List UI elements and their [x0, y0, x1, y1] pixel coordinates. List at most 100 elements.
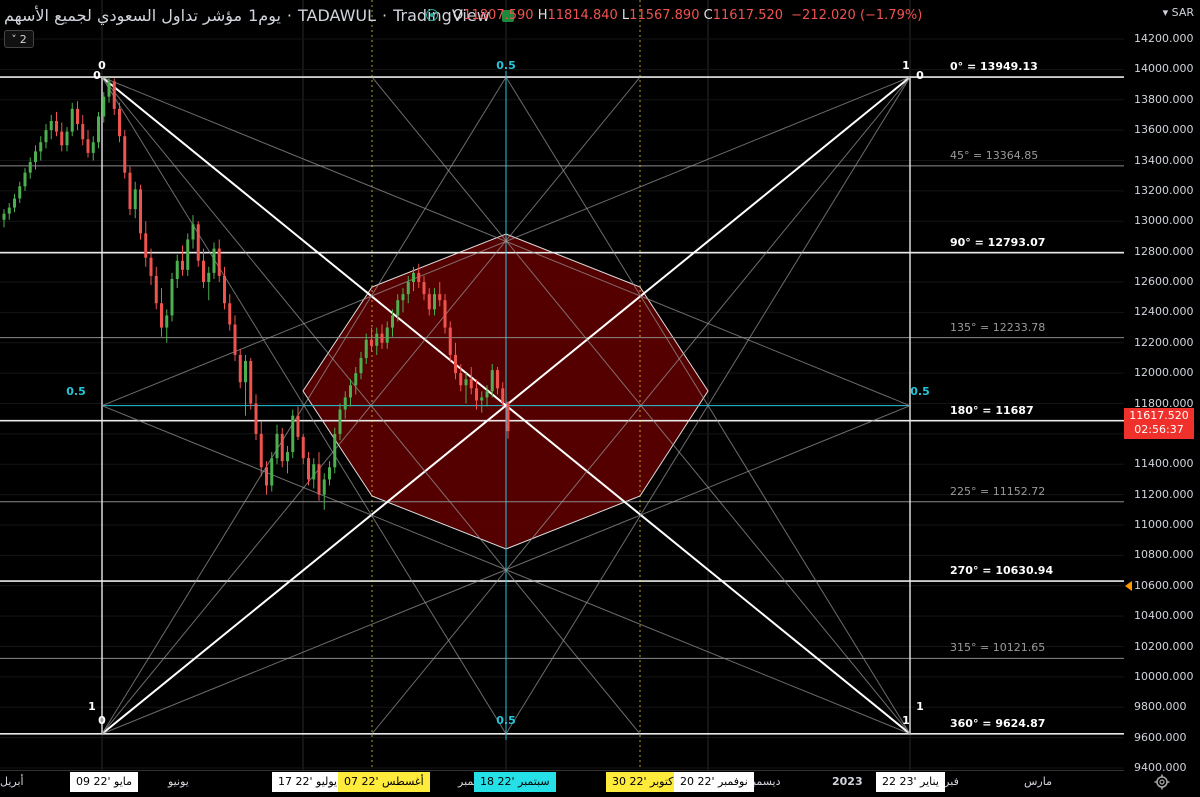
- candle-body: [291, 415, 295, 453]
- candle-body: [186, 239, 190, 270]
- candle-body: [144, 233, 148, 258]
- price-tick: 10200.000: [1134, 639, 1194, 653]
- candle-body: [123, 136, 127, 173]
- candle-body: [275, 433, 279, 459]
- price-tick: 12800.000: [1134, 244, 1194, 258]
- candle-body: [139, 189, 142, 234]
- gann-corner-label: 0: [916, 69, 924, 82]
- time-badge: 18 سبتمبر '22: [474, 772, 556, 792]
- interval-label[interactable]: يوم1: [248, 6, 281, 25]
- candle-body: [443, 300, 447, 328]
- candle-body: [496, 370, 499, 389]
- candle-body: [280, 433, 284, 462]
- candle-body: [97, 116, 100, 143]
- gann-corner-label: 1: [902, 59, 910, 72]
- candle-body: [490, 370, 494, 392]
- countdown-value: 02:56:37: [1134, 423, 1184, 436]
- time-tick: يونيو: [168, 775, 189, 788]
- gann-corner-label: 0.5: [496, 59, 516, 72]
- candle-body: [191, 224, 195, 240]
- candle-body: [385, 327, 389, 343]
- candle-body: [359, 357, 363, 374]
- last-price-value: 11617.520: [1129, 409, 1189, 422]
- candle-body: [228, 303, 232, 325]
- candle-body: [175, 260, 179, 279]
- price-tick: 9600.000: [1134, 730, 1187, 744]
- candle-body: [39, 142, 43, 152]
- candle-body: [265, 467, 268, 486]
- time-tick: أبريل: [0, 775, 24, 788]
- close-value: 11617.520: [712, 8, 784, 23]
- open-value: 11807.590: [463, 8, 534, 23]
- candle-body: [86, 139, 90, 153]
- candle-body: [102, 96, 106, 117]
- time-tick: 2023: [832, 775, 863, 788]
- price-tick: 10400.000: [1134, 609, 1194, 623]
- indicator-count: 2: [19, 32, 27, 46]
- candle-body: [118, 108, 121, 137]
- candle-body: [417, 272, 421, 282]
- price-tick: 12000.000: [1134, 366, 1194, 380]
- candle-body: [202, 260, 205, 282]
- candle-body: [427, 294, 431, 310]
- time-badge: 22 يناير '23: [876, 772, 945, 792]
- time-badge: 20 نوفمبر '22: [674, 772, 754, 792]
- candle-body: [107, 81, 111, 97]
- candle-body: [70, 108, 74, 132]
- gann-level-label: 315° = 10121.65: [950, 641, 1046, 655]
- candle-body: [322, 479, 326, 495]
- price-tick: 13400.000: [1134, 153, 1194, 167]
- candle-body: [91, 142, 95, 153]
- symbol-title[interactable]: مؤشر تداول السعودي لجميع الأسهم: [4, 6, 242, 25]
- time-badge: 09 مايو '22: [70, 772, 139, 792]
- visibility-eye-icon[interactable]: [426, 9, 438, 21]
- high-value: 11814.840: [547, 8, 618, 23]
- candle-body: [506, 402, 510, 432]
- ohlc-readout: O11807.590 H11814.840 L11567.890 C11617.…: [453, 8, 923, 23]
- price-tick: 13000.000: [1134, 214, 1194, 228]
- time-badge: 30 أكتوبر '22: [606, 772, 683, 792]
- price-tick: 9400.000: [1134, 761, 1187, 774]
- candle-body: [149, 257, 153, 276]
- candle-body: [333, 433, 337, 468]
- candle-body: [354, 373, 358, 386]
- candle-body: [154, 275, 158, 304]
- chart-canvas[interactable]: 00010.50.5 0.510 0.511: [0, 0, 1124, 770]
- candle-body: [238, 354, 242, 383]
- candle-body: [349, 385, 352, 398]
- candle-body: [65, 131, 69, 146]
- candle-body: [76, 108, 79, 125]
- candle-body: [233, 324, 237, 355]
- candle-body: [249, 360, 253, 404]
- gear-icon[interactable]: [1154, 774, 1170, 790]
- alert-marker-icon[interactable]: [1125, 580, 1132, 591]
- candle-body: [217, 248, 221, 276]
- candle-body: [433, 294, 436, 310]
- candle-body: [391, 315, 394, 328]
- candle-body: [223, 275, 226, 304]
- candle-body: [396, 300, 400, 316]
- gann-corner-label: 0.5: [66, 385, 86, 398]
- gann-level-label: 225° = 11152.72: [950, 484, 1046, 498]
- candle-body: [454, 354, 457, 374]
- candle-body: [364, 339, 368, 358]
- candle-body: [28, 162, 32, 173]
- collapse-indicators-button[interactable]: ˅ 2: [4, 30, 34, 48]
- price-scale[interactable]: [1124, 0, 1200, 770]
- candle-body: [165, 315, 169, 328]
- gann-corner-label: 0: [98, 714, 106, 727]
- price-tick: 10000.000: [1134, 669, 1194, 683]
- candle-body: [196, 224, 200, 261]
- candle-body: [254, 403, 258, 434]
- candle-body: [160, 303, 163, 328]
- price-tick: 11000.000: [1134, 518, 1194, 531]
- candle-body: [412, 272, 415, 282]
- candle-body: [13, 198, 16, 208]
- candle-body: [459, 373, 463, 386]
- price-tick: 10600.000: [1134, 578, 1194, 592]
- candle-body: [422, 282, 426, 295]
- gann-level-label: 270° = 10630.94: [950, 564, 1054, 578]
- candle-body: [81, 124, 85, 140]
- candle-body: [207, 272, 211, 282]
- price-tick: 13800.000: [1134, 92, 1194, 106]
